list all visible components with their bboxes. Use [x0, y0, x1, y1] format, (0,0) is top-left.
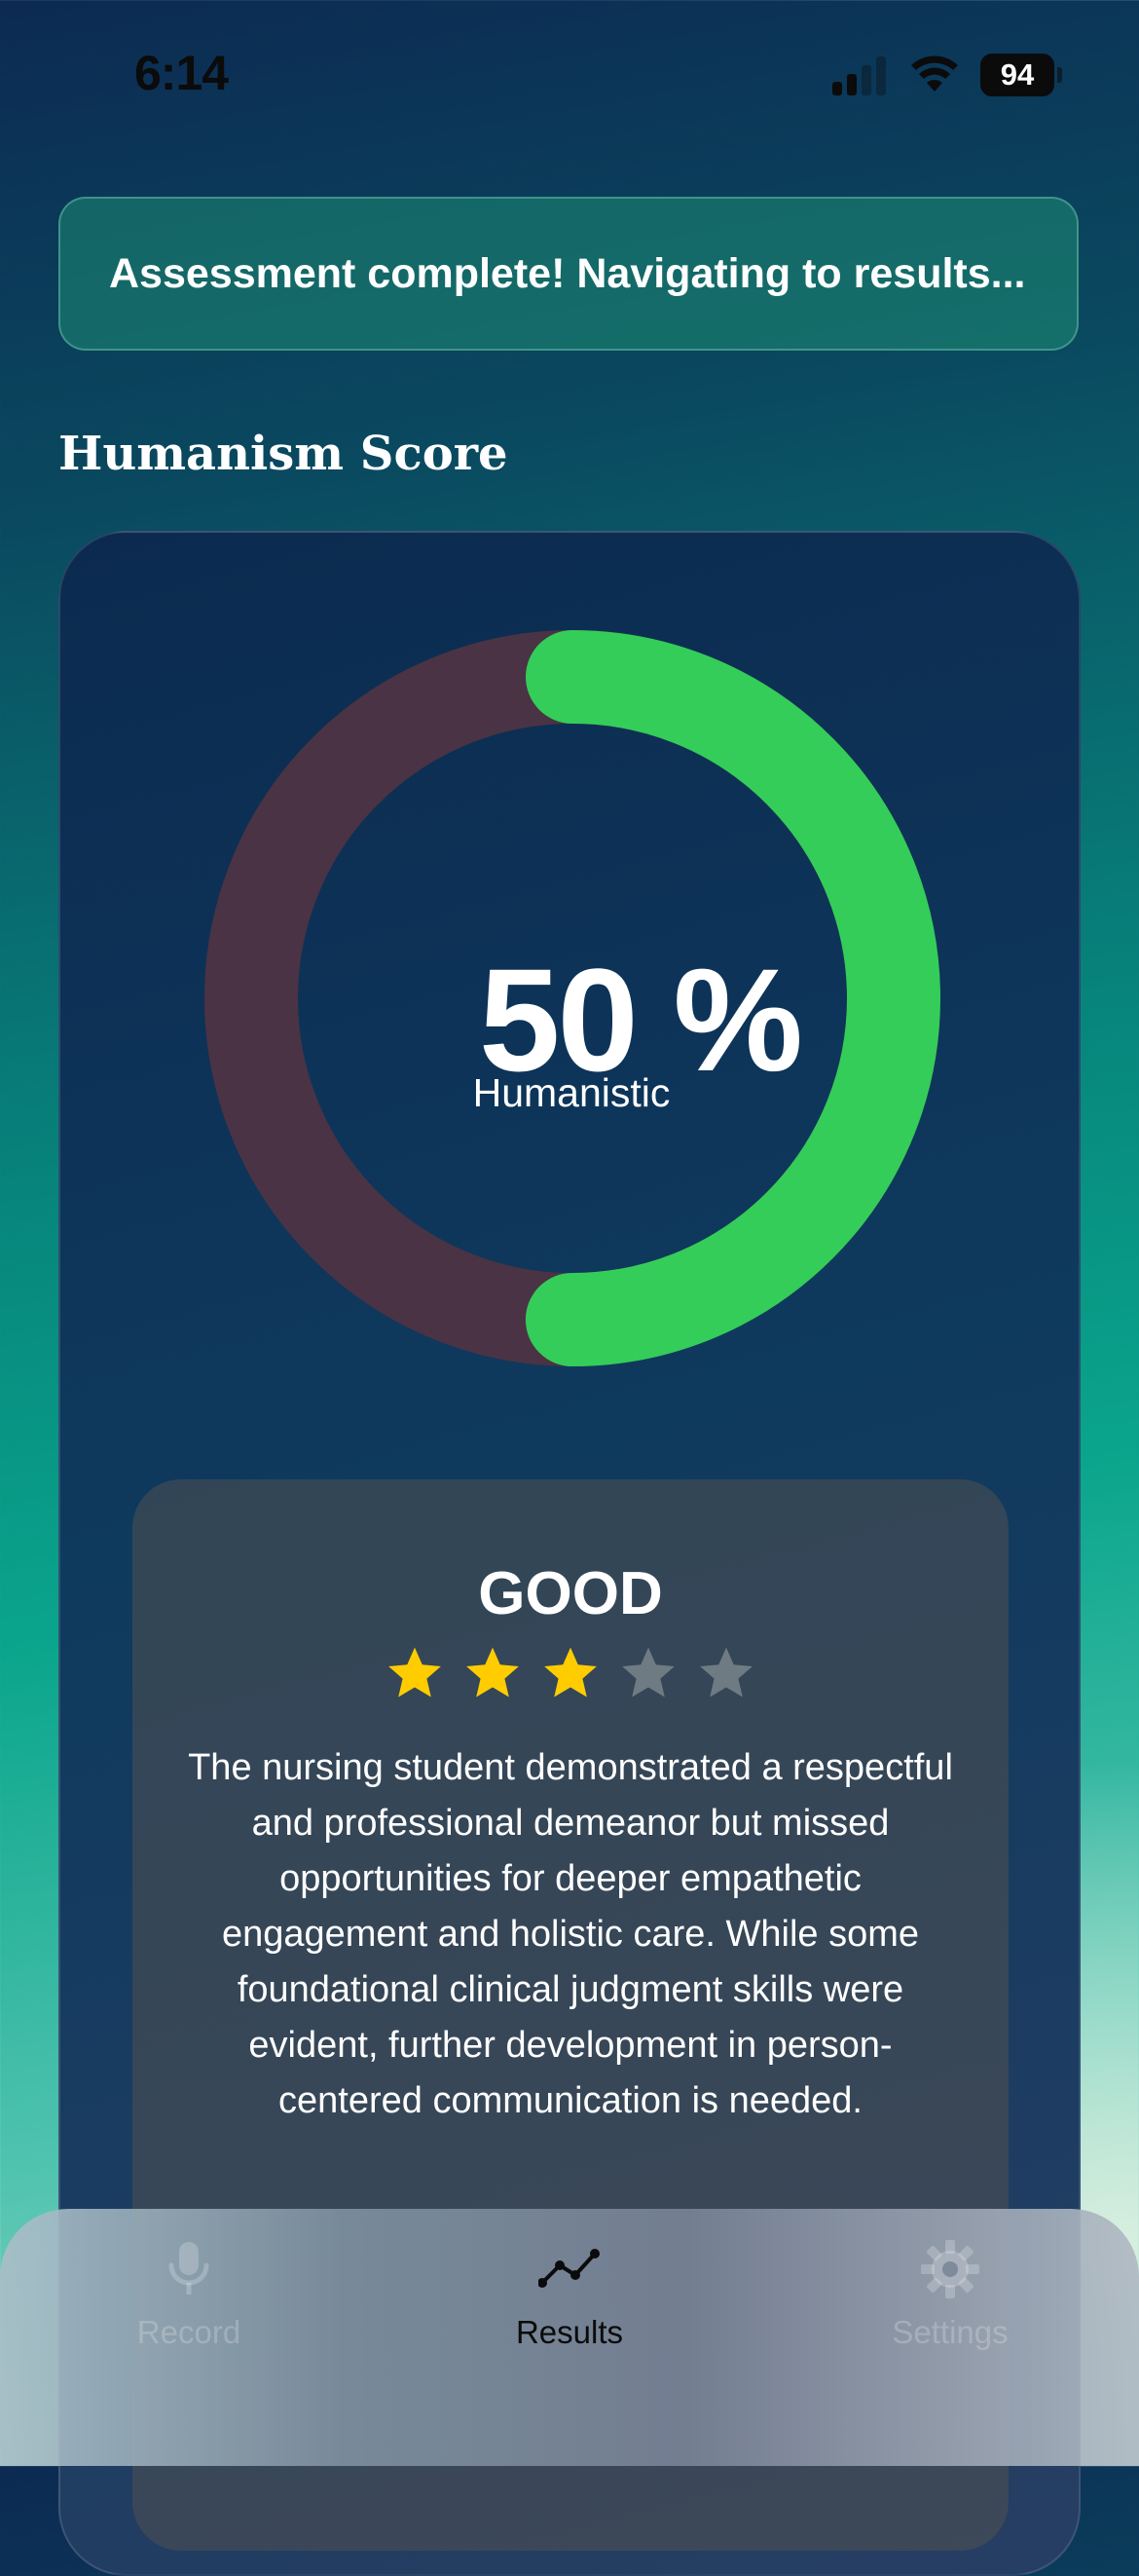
- star-empty-icon: [622, 1647, 675, 1698]
- wifi-icon: [911, 56, 958, 92]
- battery-icon: 94: [980, 54, 1062, 96]
- gear-icon: [921, 2240, 979, 2298]
- microphone-icon: [168, 2242, 209, 2295]
- line-chart-icon: [538, 2249, 600, 2288]
- tab-settings[interactable]: Settings: [804, 2238, 1096, 2351]
- banner-message: Assessment complete! Navigating to resul…: [109, 249, 1026, 297]
- assessment-description: The nursing student demonstrated a respe…: [188, 1747, 953, 2121]
- tab-bar: Record Results Settings: [0, 2209, 1139, 2466]
- battery-level: 94: [980, 54, 1054, 96]
- tab-record-label: Record: [136, 2314, 241, 2350]
- grade-label: GOOD: [478, 1560, 663, 1627]
- status-bar: 6:14 94: [0, 0, 1139, 136]
- tab-results[interactable]: Results: [423, 2238, 716, 2351]
- tab-results-label: Results: [515, 2314, 624, 2350]
- assessment-complete-banner: Assessment complete! Navigating to resul…: [58, 197, 1079, 351]
- star-filled-icon: [466, 1647, 519, 1698]
- status-time: 6:14: [134, 46, 229, 100]
- star-rating: [132, 1643, 1009, 1703]
- section-title: Humanism Score: [58, 427, 508, 481]
- score-label: Humanistic: [472, 1070, 671, 1115]
- star-filled-icon: [388, 1647, 441, 1698]
- star-empty-icon: [700, 1647, 753, 1698]
- tab-settings-label: Settings: [892, 2314, 1009, 2350]
- cellular-signal-icon: [832, 56, 886, 95]
- tab-record[interactable]: Record: [43, 2238, 335, 2351]
- star-filled-icon: [544, 1647, 597, 1698]
